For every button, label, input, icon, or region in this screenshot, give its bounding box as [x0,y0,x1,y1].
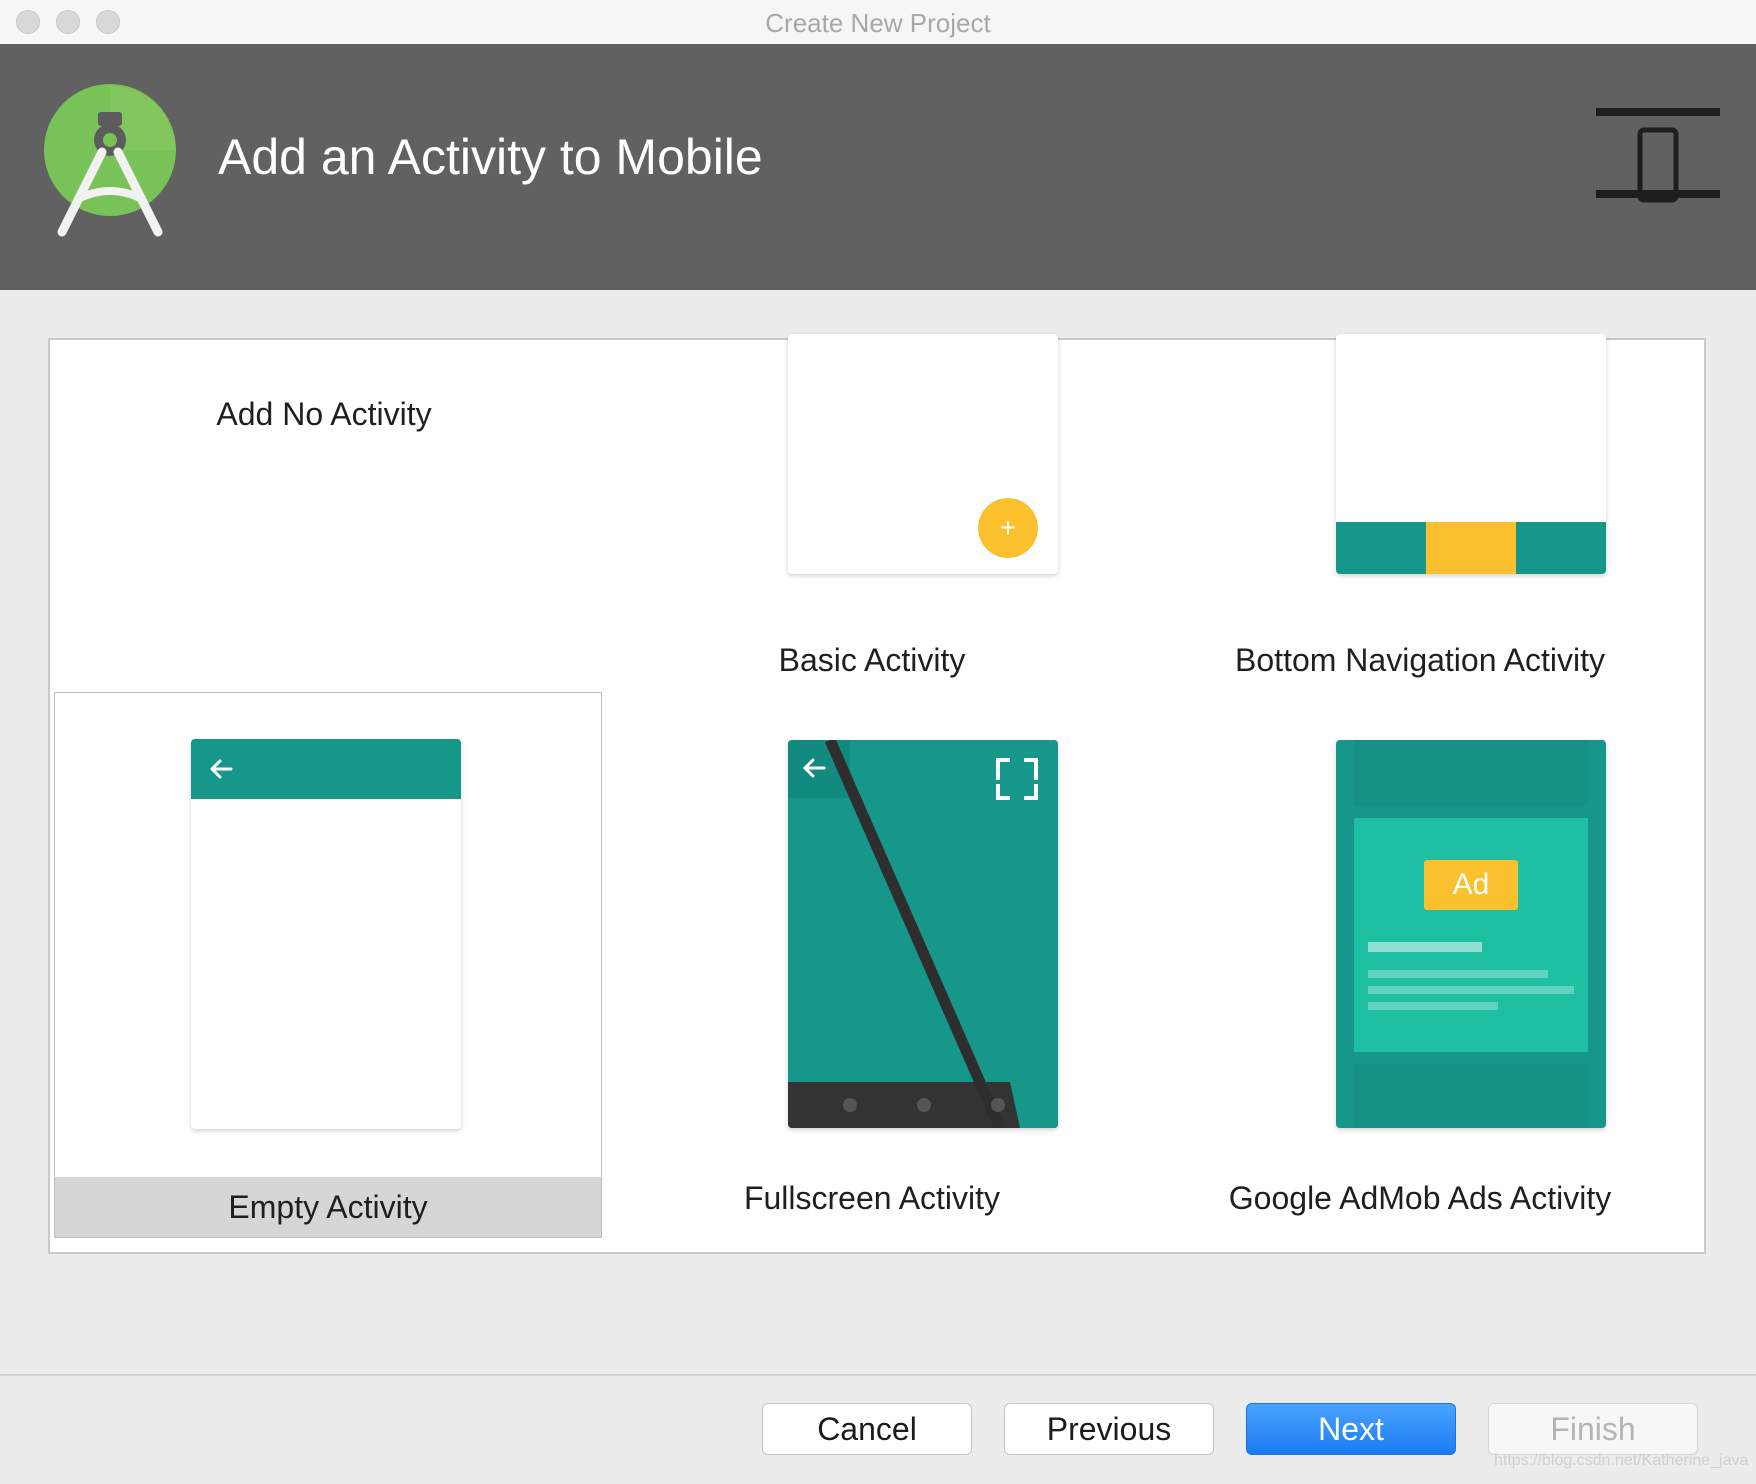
previous-button[interactable]: Previous [1004,1403,1214,1455]
ad-text-line [1368,1002,1498,1010]
empty-activity-thumbnail [191,739,461,1129]
admob-activity-thumbnail: Ad [1336,740,1606,1128]
gallery-item-fullscreen-activity[interactable]: Fullscreen Activity [598,692,1146,1238]
footer-divider [0,1374,1756,1376]
ad-text-line [1368,942,1482,952]
back-arrow-icon [210,759,233,779]
gallery-item-label: Add No Activity [216,396,432,432]
admob-top-bar [1354,740,1588,806]
admob-bottom-bar [1354,1064,1588,1128]
bottom-nav-tab-icon [1336,522,1426,574]
ad-badge: Ad [1424,860,1518,910]
gallery-item-label: Fullscreen Activity [743,1180,1001,1216]
fullscreen-preview [788,740,1058,1128]
fab-plus-icon: + [978,498,1038,558]
finish-button[interactable]: Finish [1488,1403,1698,1455]
ad-text-line [1368,986,1574,994]
android-studio-logo [44,84,176,237]
gallery-item-label: Empty Activity [55,1177,601,1237]
next-button[interactable]: Next [1246,1403,1456,1455]
fullscreen-activity-thumbnail [788,740,1058,1128]
gallery-item-admob-ads-activity[interactable]: Ad Google AdMob Ads Activity [1146,692,1694,1238]
window-title: Create New Project [765,8,991,38]
activity-gallery: Add No Activity + Basic Activity Bottom … [48,334,1706,1254]
basic-activity-thumbnail: + [788,334,1058,574]
gallery-item-label: Basic Activity [778,642,966,678]
watermark: https://blog.csdn.net/Katherine_java [1494,1452,1749,1469]
phone-form-factor-icon [1596,108,1720,203]
gallery-item-empty-activity[interactable]: Empty Activity [54,692,602,1238]
header-banner: Add an Activity to Mobile [0,44,1756,290]
gallery-item-label: Bottom Navigation Activity [1235,642,1605,678]
bottom-nav-tab-active-icon [1426,522,1516,574]
bottom-navigation-thumbnail [1336,334,1606,574]
toolbar-preview [191,739,461,799]
gallery-item-label: Google AdMob Ads Activity [1228,1180,1612,1216]
ad-card-preview: Ad [1354,818,1588,1052]
page-title: Add an Activity to Mobile [218,129,763,185]
window-titlebar: Create New Project [0,0,1756,45]
ad-text-line [1368,970,1548,978]
bottom-nav-tab-icon [1516,522,1606,574]
cancel-button[interactable]: Cancel [762,1403,972,1455]
